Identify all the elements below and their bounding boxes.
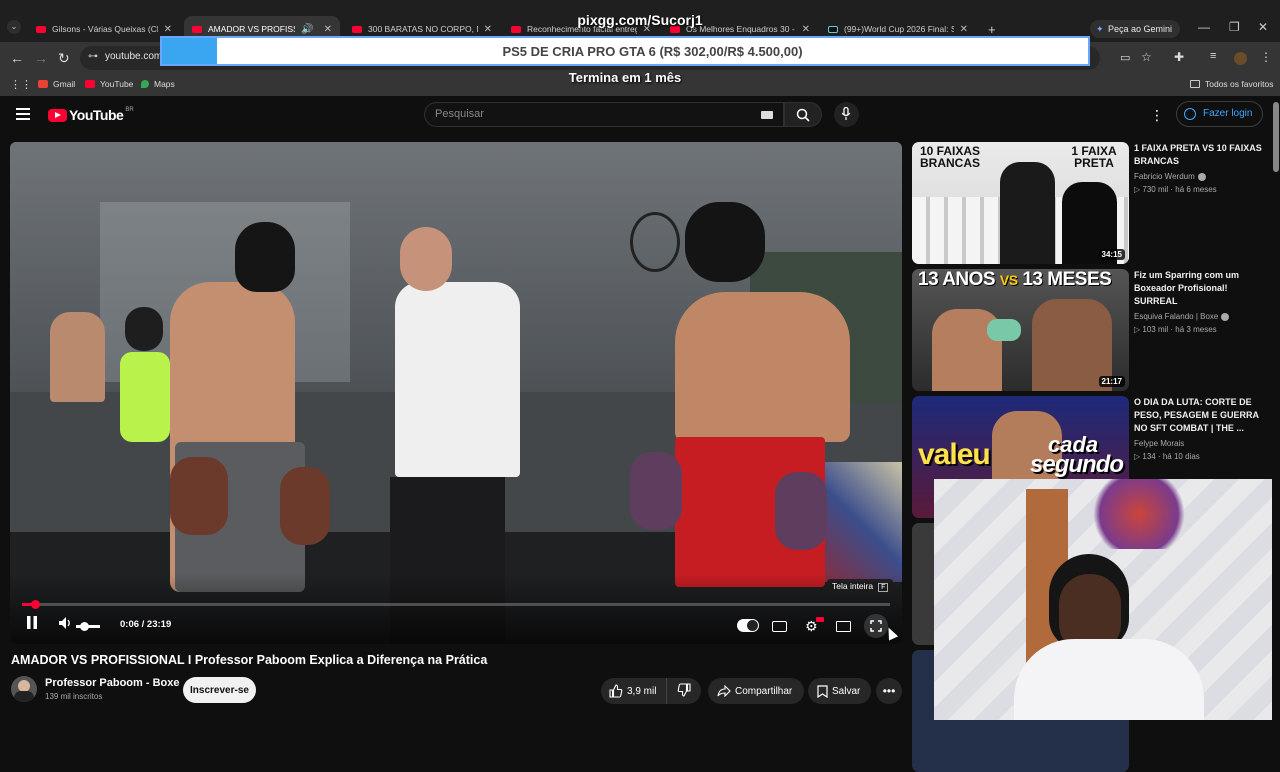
theater-mode-icon[interactable] — [836, 621, 851, 632]
thumbs-down-icon — [677, 682, 691, 697]
youtube-logo[interactable]: YouTube BR — [48, 107, 134, 123]
voice-search-button[interactable] — [834, 102, 859, 127]
fullscreen-tooltip: Tela inteira F — [827, 579, 894, 593]
recommendation-meta: ▷ 134 · há 10 dias — [1134, 452, 1200, 461]
save-button[interactable]: Salvar — [808, 678, 871, 704]
like-button[interactable]: 3,9 mil — [601, 678, 667, 704]
share-icon — [717, 685, 731, 697]
pause-button[interactable] — [26, 616, 38, 632]
search-input[interactable] — [435, 108, 735, 120]
keyboard-icon[interactable] — [761, 111, 773, 119]
recommendation-title[interactable]: O DIA DA LUTA: CORTE DE PESO, PESAGEM E … — [1134, 396, 1264, 435]
channel-avatar[interactable] — [11, 676, 37, 702]
time-display: 0:06 / 23:19 — [120, 619, 172, 630]
like-dislike-group: 3,9 mil — [601, 678, 701, 704]
hd-badge-icon — [816, 617, 824, 622]
verified-icon — [1197, 172, 1206, 181]
site-info-icon[interactable]: ⊶ — [88, 51, 98, 62]
goal-text: PS5 DE CRIA PRO GTA 6 (R$ 302,00/R$ 4.50… — [502, 44, 803, 59]
settings-more-icon[interactable]: ⋮ — [1150, 107, 1164, 124]
video-title: AMADOR VS PROFISSIONAL I Professor Paboo… — [11, 653, 488, 667]
media-controls-icon[interactable]: ≡ — [1210, 50, 1216, 62]
url-text: youtube.com — [105, 51, 163, 62]
donation-goal-banner: PS5 DE CRIA PRO GTA 6 (R$ 302,00/R$ 4.50… — [160, 36, 1090, 66]
goal-deadline: Termina em 1 mês — [568, 70, 682, 85]
forward-icon[interactable]: → — [34, 50, 48, 66]
recommendation-meta: ▷ 730 mil · há 6 meses — [1134, 185, 1217, 194]
thumbnail-text: valeu — [918, 438, 991, 471]
like-count: 3,9 mil — [627, 685, 657, 697]
volume-slider-knob[interactable] — [80, 622, 89, 631]
autoplay-toggle[interactable] — [737, 619, 759, 632]
progress-bar[interactable] — [22, 600, 890, 609]
dislike-button[interactable] — [667, 682, 691, 700]
bookmark-star-icon[interactable]: ☆ — [1141, 50, 1152, 64]
thumbnail-text: 10 FAIXAS BRANCAS — [919, 144, 981, 170]
recommendation-channel[interactable]: Esquiva Falando | Boxe — [1134, 312, 1230, 321]
sign-in-button[interactable]: Fazer login — [1176, 101, 1264, 127]
scrollbar-thumb[interactable] — [1273, 102, 1279, 172]
microphone-icon — [841, 107, 851, 120]
autoplay-knob — [747, 620, 758, 631]
back-icon[interactable]: ← — [10, 50, 24, 66]
cast-icon[interactable]: ▭ — [1120, 51, 1130, 64]
volume-icon — [59, 617, 70, 629]
subscriber-count: 139 mil inscritos — [45, 692, 103, 701]
more-actions-button[interactable]: ••• — [876, 678, 902, 704]
thumbnail-text: 1 FAIXA PRETA — [1071, 144, 1117, 170]
recommendation-title[interactable]: Fiz um Sparring com um Boxeador Profisio… — [1134, 269, 1264, 308]
share-button[interactable]: Compartilhar — [708, 678, 804, 704]
recommendation-channel[interactable]: Fabricio Werdum — [1134, 172, 1206, 181]
subtitles-icon[interactable] — [772, 621, 787, 632]
channel-name[interactable]: Professor Paboom - Boxe — [45, 677, 179, 689]
video-duration: 34:15 — [1098, 249, 1125, 260]
recommendation-title[interactable]: 1 FAIXA PRETA VS 10 FAIXAS BRANCAS — [1134, 142, 1264, 168]
goal-progress-fill — [162, 38, 217, 64]
subscribe-button[interactable]: Inscrever-se — [183, 677, 256, 703]
more-horizontal-icon: ••• — [882, 684, 896, 698]
fullscreen-icon — [870, 620, 882, 632]
search-box — [424, 102, 784, 127]
volume-button[interactable] — [58, 616, 72, 633]
search-button[interactable] — [784, 102, 822, 127]
pause-icon — [27, 616, 37, 629]
fullscreen-button[interactable] — [864, 614, 888, 638]
recommendation-meta: ▷ 103 mil · há 3 meses — [1134, 325, 1217, 334]
recommendation-card[interactable]: 10 FAIXAS BRANCAS 1 FAIXA PRETA 34:15 1 … — [912, 142, 1272, 264]
streamer-webcam — [934, 479, 1280, 720]
save-icon — [817, 684, 828, 698]
chrome-menu-icon[interactable]: ⋮ — [1260, 50, 1272, 64]
account-icon — [1184, 108, 1196, 120]
thumbs-up-icon — [609, 684, 623, 698]
youtube-play-icon — [48, 108, 67, 122]
video-thumbnail[interactable]: 10 FAIXAS BRANCAS 1 FAIXA PRETA 34:15 — [912, 142, 1129, 264]
video-player[interactable]: 0:06 / 23:19 ⚙ Tela inteira F — [10, 142, 902, 644]
extensions-icon[interactable]: ✚ — [1174, 50, 1184, 64]
video-duration: 21:17 — [1098, 376, 1125, 387]
recommendation-card[interactable]: 13 ANOS VS 13 MESES 21:17 Fiz um Sparrin… — [912, 269, 1272, 391]
search-icon — [796, 108, 810, 122]
page-scrollbar[interactable] — [1272, 96, 1280, 720]
reload-icon[interactable]: ↻ — [58, 50, 70, 67]
menu-icon[interactable] — [16, 108, 30, 120]
thumbnail-text: segundo — [1030, 451, 1124, 478]
progress-scrubber[interactable] — [31, 600, 41, 609]
recommendation-channel[interactable]: Felype Morais — [1134, 439, 1184, 448]
youtube-masthead: YouTube BR ⋮ Fazer login — [0, 96, 1280, 136]
donation-site: pixgg.com/Sucorj1 — [577, 12, 703, 28]
video-thumbnail[interactable]: 13 ANOS VS 13 MESES 21:17 — [912, 269, 1129, 391]
video-frame — [10, 142, 902, 644]
profile-avatar[interactable] — [1234, 52, 1247, 65]
thumbnail-text: 13 ANOS VS 13 MESES — [918, 269, 1112, 290]
controls-gradient — [10, 574, 902, 644]
verified-icon — [1221, 312, 1230, 321]
